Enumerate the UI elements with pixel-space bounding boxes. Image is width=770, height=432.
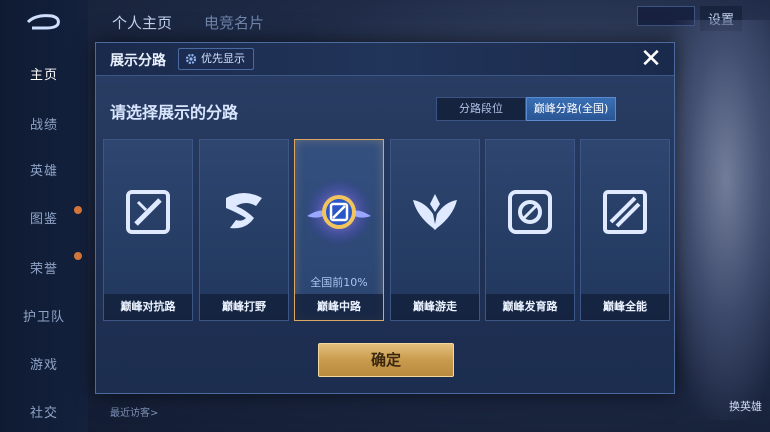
tab-esports-card[interactable]: 电竞名片 bbox=[204, 12, 264, 33]
priority-display-button[interactable]: 优先显示 bbox=[178, 48, 254, 70]
lane-card-roam[interactable]: 巅峰游走 bbox=[390, 139, 480, 321]
farm-lane-icon bbox=[508, 190, 552, 234]
lane-card-label: 巅峰游走 bbox=[391, 294, 479, 320]
lane-rank-text: 全国前10% bbox=[310, 276, 368, 289]
confirm-button[interactable]: 确定 bbox=[318, 343, 454, 377]
sidebar-item-honor[interactable]: 荣誉 bbox=[0, 258, 88, 277]
lane-mode-toggle: 分路段位 巅峰分路(全国) bbox=[436, 97, 616, 121]
lane-card-list: 巅峰对抗路 巅峰打野 全国前10% 巅峰中路 巅峰游走 巅峰发育路 巅峰全能 bbox=[103, 139, 670, 321]
lane-card-label: 巅峰全能 bbox=[581, 294, 669, 320]
close-icon[interactable]: ✕ bbox=[638, 46, 664, 73]
lane-card-label: 巅峰打野 bbox=[200, 294, 288, 320]
lane-card-label: 巅峰中路 bbox=[295, 294, 383, 320]
sidebar: 主页 战绩 英雄 图鉴 荣誉 护卫队 游戏 社交 bbox=[0, 0, 88, 432]
mid-lane-icon bbox=[305, 178, 373, 246]
lane-card-clash[interactable]: 巅峰对抗路 bbox=[103, 139, 193, 321]
lane-display-dialog: 展示分路 优先显示 ✕ 请选择展示的分路 分路段位 巅峰分路(全国) 巅峰对抗路 bbox=[95, 42, 675, 394]
toggle-lane-rank[interactable]: 分路段位 bbox=[436, 97, 526, 121]
dialog-header: 展示分路 优先显示 bbox=[96, 43, 674, 76]
recent-visitors-link[interactable]: 最近访客> bbox=[110, 404, 158, 419]
gear-icon bbox=[185, 53, 197, 65]
lane-card-farm[interactable]: 巅峰发育路 bbox=[485, 139, 575, 321]
tab-profile[interactable]: 个人主页 bbox=[112, 12, 172, 33]
lane-card-label: 巅峰对抗路 bbox=[104, 294, 192, 320]
lane-card-jungle[interactable]: 巅峰打野 bbox=[199, 139, 289, 321]
sidebar-item-games[interactable]: 游戏 bbox=[0, 354, 88, 373]
priority-display-label: 优先显示 bbox=[201, 52, 245, 65]
hero-portrait bbox=[660, 20, 770, 420]
sidebar-item-guard[interactable]: 护卫队 bbox=[0, 306, 88, 325]
sidebar-item-record[interactable]: 战绩 bbox=[0, 114, 88, 133]
change-hero-button[interactable]: 换英雄 bbox=[729, 398, 762, 414]
toggle-peak-lane-national[interactable]: 巅峰分路(全国) bbox=[526, 97, 616, 121]
jungle-icon bbox=[226, 193, 262, 229]
all-round-icon bbox=[603, 190, 647, 234]
lane-card-mid[interactable]: 全国前10% 巅峰中路 bbox=[294, 139, 384, 321]
dialog-title: 展示分路 bbox=[110, 53, 166, 69]
lane-card-all-round[interactable]: 巅峰全能 bbox=[580, 139, 670, 321]
clash-lane-icon bbox=[126, 190, 170, 234]
lane-card-label: 巅峰发育路 bbox=[486, 294, 574, 320]
roam-icon bbox=[413, 194, 457, 230]
select-lane-prompt: 请选择展示的分路 bbox=[110, 103, 239, 122]
notification-dot bbox=[74, 206, 82, 214]
sidebar-item-home[interactable]: 主页 bbox=[0, 64, 88, 83]
sidebar-item-social[interactable]: 社交 bbox=[0, 402, 88, 421]
back-icon[interactable] bbox=[22, 10, 64, 34]
sidebar-item-heroes[interactable]: 英雄 bbox=[0, 160, 88, 179]
notification-dot bbox=[74, 252, 82, 260]
